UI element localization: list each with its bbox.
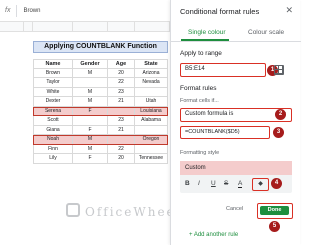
table-cell[interactable] <box>135 125 168 135</box>
table-header-row: Name Gender Age State <box>33 59 168 69</box>
text-color-button[interactable]: A <box>238 180 243 188</box>
header-cell-state[interactable]: State <box>135 60 168 69</box>
tab-single-colour[interactable]: Single colour <box>188 29 226 36</box>
table-cell[interactable]: Taylor <box>33 78 73 88</box>
table-cell[interactable]: 23 <box>108 87 135 97</box>
table-cell[interactable] <box>108 135 135 145</box>
done-button-outline: Done <box>257 203 293 219</box>
header-cell-name[interactable]: Name <box>33 60 73 69</box>
table-cell[interactable]: Lily <box>33 154 73 164</box>
table-cell[interactable]: Nevada <box>135 78 168 88</box>
table-cell[interactable]: Finn <box>33 144 73 154</box>
table-cell[interactable]: 20 <box>108 68 135 78</box>
table-row: Scott 23 Alabama <box>33 116 168 126</box>
table-cell[interactable] <box>108 106 135 116</box>
table-cell[interactable]: Louisiana <box>135 106 168 116</box>
table-cell[interactable]: Giana <box>33 125 73 135</box>
data-table: Name Gender Age State Brown M 20 Arizona… <box>33 59 168 164</box>
select-range-grid-icon[interactable] <box>274 65 284 75</box>
range-input[interactable]: B5:E14 <box>180 63 266 77</box>
table-cell[interactable]: Serena <box>33 106 73 116</box>
table-cell[interactable]: M <box>73 144 108 154</box>
select-all-corner[interactable] <box>0 22 24 32</box>
table-cell[interactable]: Dexter <box>33 97 73 107</box>
table-cell[interactable]: 23 <box>108 116 135 126</box>
add-another-rule-link[interactable]: + Add another rule <box>189 232 238 238</box>
tab-colour-scale[interactable]: Colour scale <box>248 29 284 36</box>
step-badge-4: 4 <box>271 178 282 189</box>
watermark: OfficeWheel <box>85 205 182 219</box>
custom-formula-input[interactable]: =COUNTBLANK($D5) <box>180 126 270 139</box>
apply-to-range-label: Apply to range <box>180 50 222 57</box>
sheet-title: Applying COUNTBLANK Function <box>33 41 168 53</box>
cancel-button[interactable]: Cancel <box>226 206 243 212</box>
table-row: Giana F 21 <box>33 125 168 135</box>
table-cell[interactable]: 21 <box>108 97 135 107</box>
underline-button[interactable]: U <box>211 180 216 187</box>
table-row: Brown M 20 Arizona <box>33 68 168 78</box>
style-preview[interactable]: Custom <box>180 161 292 175</box>
table-cell[interactable]: Alabama <box>135 116 168 126</box>
tab-bar: Single colour Colour scale <box>171 26 301 42</box>
formatting-style-label: Formatting style <box>180 150 220 156</box>
close-icon[interactable]: ✕ <box>285 5 293 15</box>
table-cell[interactable]: Scott <box>33 116 73 126</box>
table-row: Dexter M 21 Utah <box>33 97 168 107</box>
table-cell[interactable]: 22 <box>108 144 135 154</box>
italic-button[interactable]: I <box>198 180 200 187</box>
column-header-c[interactable] <box>73 22 108 32</box>
watermark-logo-icon <box>66 203 80 217</box>
header-cell-gender[interactable]: Gender <box>73 60 108 69</box>
table-row: Taylor 22 Nevada <box>33 78 168 88</box>
fx-icon: fx <box>5 7 11 14</box>
table-cell[interactable]: Arizona <box>135 68 168 78</box>
table-cell[interactable]: White <box>33 87 73 97</box>
table-cell[interactable] <box>73 116 108 126</box>
panel-title: Conditional format rules <box>180 7 260 16</box>
table-cell[interactable]: 20 <box>108 154 135 164</box>
format-cells-if-label: Format cells if... <box>180 98 219 104</box>
table-cell[interactable]: M <box>73 97 108 107</box>
table-cell[interactable]: Noah <box>33 135 73 145</box>
table-row: Lily F 20 Tennessee <box>33 154 168 164</box>
table-row-highlighted: Noah M Oregon <box>33 135 168 145</box>
column-header-e[interactable] <box>135 22 170 32</box>
header-cell-age[interactable]: Age <box>108 60 135 69</box>
table-cell[interactable]: M <box>73 68 108 78</box>
table-cell[interactable]: Oregon <box>135 135 168 145</box>
strikethrough-button[interactable]: S <box>224 180 228 187</box>
formula-bar-divider <box>16 4 18 17</box>
condition-value: Custom formula is <box>185 111 234 117</box>
table-cell[interactable]: Utah <box>135 97 168 107</box>
table-cell[interactable]: Brown <box>33 68 73 78</box>
table-cell[interactable]: F <box>73 106 108 116</box>
table-cell[interactable]: F <box>73 125 108 135</box>
table-cell[interactable]: M <box>73 87 108 97</box>
table-cell[interactable] <box>73 78 108 88</box>
step-badge-2: 2 <box>275 109 286 120</box>
format-rules-label: Format rules <box>180 85 217 92</box>
table-cell[interactable]: 22 <box>108 78 135 88</box>
table-row-highlighted: Serena F Louisiana <box>33 106 168 116</box>
table-row: White M 23 <box>33 87 168 97</box>
column-header-a[interactable] <box>24 22 33 32</box>
table-cell[interactable]: M <box>73 135 108 145</box>
formula-bar-value[interactable]: Brown <box>23 8 40 14</box>
table-cell[interactable] <box>135 144 168 154</box>
table-cell[interactable]: 21 <box>108 125 135 135</box>
conditional-format-panel: Conditional format rules ✕ Single colour… <box>170 0 301 245</box>
formula-bar[interactable]: fx Brown <box>0 0 170 22</box>
active-tab-indicator <box>181 39 229 41</box>
step-badge-3: 3 <box>273 127 284 138</box>
column-header-d[interactable] <box>108 22 135 32</box>
table-cell[interactable]: Tennessee <box>135 154 168 164</box>
table-cell[interactable]: F <box>73 154 108 164</box>
done-button[interactable]: Done <box>260 206 289 215</box>
table-cell[interactable] <box>135 87 168 97</box>
table-row: Finn M 22 <box>33 144 168 154</box>
step-badge-5: 5 <box>269 221 280 232</box>
column-header-b[interactable] <box>33 22 73 32</box>
fill-color-icon[interactable]: ◆ <box>252 178 269 191</box>
bold-button[interactable]: B <box>185 180 190 187</box>
